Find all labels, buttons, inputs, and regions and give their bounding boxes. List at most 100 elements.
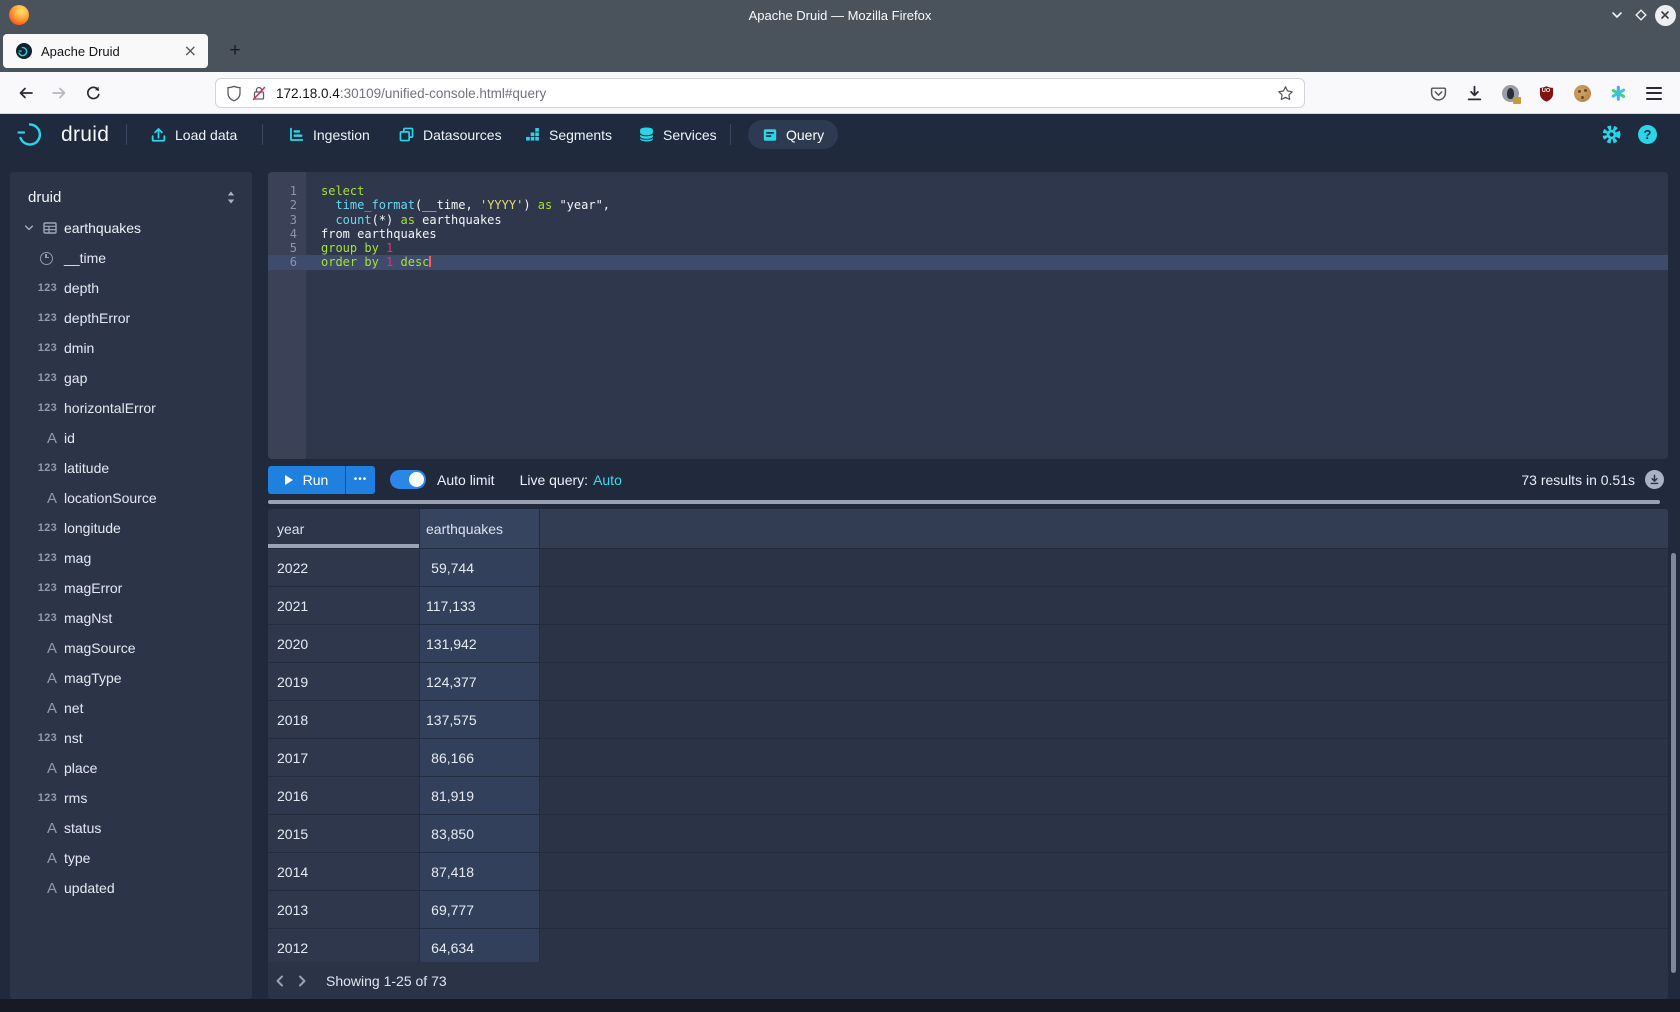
forward-button[interactable] xyxy=(46,80,72,106)
settings-gear-button[interactable] xyxy=(1602,125,1621,144)
tree-item-earthquakes[interactable]: earthquakes xyxy=(10,213,252,243)
cell-earthquakes[interactable]: 124,377 xyxy=(420,663,540,701)
tracking-shield-icon[interactable] xyxy=(226,85,242,102)
cell-earthquakes[interactable]: 86,166 xyxy=(420,739,540,777)
table-row[interactable]: 2020131,942 xyxy=(268,625,1668,663)
window-minimize-button[interactable] xyxy=(1606,4,1628,26)
url-bar[interactable]: 172.18.0.4:30109/unified-console.html#qu… xyxy=(215,78,1305,108)
cell-earthquakes[interactable]: 69,777 xyxy=(420,891,540,929)
table-row[interactable]: 201369,777 xyxy=(268,891,1668,929)
sidebar-column-depth[interactable]: depth xyxy=(10,273,252,303)
table-row[interactable]: 201487,418 xyxy=(268,853,1668,891)
sidebar-column-updated[interactable]: updated xyxy=(10,873,252,903)
sidebar-column-dmin[interactable]: dmin xyxy=(10,333,252,363)
cell-year[interactable]: 2016 xyxy=(268,777,420,815)
new-tab-button[interactable]: + xyxy=(222,38,248,64)
run-button[interactable]: Run xyxy=(268,466,345,494)
table-row[interactable]: 201264,634 xyxy=(268,929,1668,962)
cell-year[interactable]: 2012 xyxy=(268,929,420,962)
cell-earthquakes[interactable]: 117,133 xyxy=(420,587,540,625)
table-row[interactable]: 202259,744 xyxy=(268,549,1668,587)
cell-earthquakes[interactable]: 81,919 xyxy=(420,777,540,815)
sidebar-column-longitude[interactable]: longitude xyxy=(10,513,252,543)
code-line-active[interactable]: 6 order by 1 desc xyxy=(268,255,1668,269)
editor-results-splitter[interactable] xyxy=(268,500,1660,504)
table-row[interactable]: 2019124,377 xyxy=(268,663,1668,701)
tab-close-button[interactable]: × xyxy=(182,43,199,59)
download-results-button[interactable] xyxy=(1645,470,1664,489)
vertical-scrollbar[interactable] xyxy=(1671,553,1676,973)
cell-earthquakes[interactable]: 83,850 xyxy=(420,815,540,853)
cell-year[interactable]: 2020 xyxy=(268,625,420,663)
cell-earthquakes[interactable]: 87,418 xyxy=(420,853,540,891)
window-close-button[interactable] xyxy=(1654,4,1676,26)
pagination-next-button[interactable] xyxy=(292,969,312,993)
cell-year[interactable]: 2014 xyxy=(268,853,420,891)
sidebar-column-nst[interactable]: nst xyxy=(10,723,252,753)
column-header-earthquakes[interactable]: earthquakes xyxy=(420,509,540,549)
reload-button[interactable] xyxy=(80,80,106,106)
table-row[interactable]: 201786,166 xyxy=(268,739,1668,777)
downloads-icon[interactable] xyxy=(1464,83,1484,103)
browser-tab[interactable]: Apache Druid × xyxy=(3,34,208,68)
table-row[interactable]: 2018137,575 xyxy=(268,701,1668,739)
nav-item-datasources[interactable]: Datasources xyxy=(398,114,502,155)
cell-year[interactable]: 2015 xyxy=(268,815,420,853)
code-line[interactable]: 4 from earthquakes xyxy=(268,227,1668,241)
extension-privacy-icon[interactable] xyxy=(1500,83,1520,103)
sidebar-column-horizontalError[interactable]: horizontalError xyxy=(10,393,252,423)
sidebar-column-id[interactable]: id xyxy=(10,423,252,453)
sidebar-column-depthError[interactable]: depthError xyxy=(10,303,252,333)
sidebar-column-magError[interactable]: magError xyxy=(10,573,252,603)
table-row[interactable]: 201583,850 xyxy=(268,815,1668,853)
pagination-prev-button[interactable] xyxy=(270,969,290,993)
cell-earthquakes[interactable]: 59,744 xyxy=(420,549,540,587)
live-query-value[interactable]: Auto xyxy=(593,472,622,488)
nav-item-segments[interactable]: Segments xyxy=(524,114,612,155)
nav-item-services[interactable]: Services xyxy=(638,114,717,155)
sidebar-column-magNst[interactable]: magNst xyxy=(10,603,252,633)
sidebar-column-rms[interactable]: rms xyxy=(10,783,252,813)
cell-earthquakes[interactable]: 131,942 xyxy=(420,625,540,663)
cell-earthquakes[interactable]: 137,575 xyxy=(420,701,540,739)
chevron-down-icon[interactable] xyxy=(22,222,36,234)
table-row[interactable]: 2021117,133 xyxy=(268,587,1668,625)
sidebar-column-locationSource[interactable]: locationSource xyxy=(10,483,252,513)
run-more-button[interactable]: ••• xyxy=(345,466,375,494)
code-line[interactable]: 5 group by 1 xyxy=(268,241,1668,255)
code-line[interactable]: 3 count(*) as earthquakes xyxy=(268,213,1668,227)
code-line[interactable]: 2 time_format(__time, 'YYYY') as "year", xyxy=(268,198,1668,212)
cell-year[interactable]: 2021 xyxy=(268,587,420,625)
nav-item-ingestion[interactable]: Ingestion xyxy=(288,114,370,155)
table-row[interactable]: 201681,919 xyxy=(268,777,1668,815)
sidebar-column-magSource[interactable]: magSource xyxy=(10,633,252,663)
sidebar-column-status[interactable]: status xyxy=(10,813,252,843)
bookmark-star-icon[interactable] xyxy=(1277,85,1294,102)
column-header-year[interactable]: year xyxy=(268,509,420,549)
window-maximize-button[interactable] xyxy=(1630,4,1652,26)
sidebar-column-place[interactable]: place xyxy=(10,753,252,783)
sidebar-column-gap[interactable]: gap xyxy=(10,363,252,393)
code-line[interactable]: 1 select xyxy=(268,184,1668,198)
sidebar-column-type[interactable]: type xyxy=(10,843,252,873)
cell-earthquakes[interactable]: 64,634 xyxy=(420,929,540,962)
asterisk-extension-icon[interactable] xyxy=(1608,83,1628,103)
back-button[interactable] xyxy=(12,80,38,106)
pocket-icon[interactable] xyxy=(1428,83,1448,103)
druid-brand[interactable]: druid xyxy=(16,114,109,155)
sidebar-column-mag[interactable]: mag xyxy=(10,543,252,573)
cell-year[interactable]: 2022 xyxy=(268,549,420,587)
sidebar-column-net[interactable]: net xyxy=(10,693,252,723)
sql-editor[interactable]: 1 select 2 time_format(__time, 'YYYY') a… xyxy=(268,172,1668,459)
nav-item-load-data[interactable]: Load data xyxy=(150,114,237,155)
cell-year[interactable]: 2019 xyxy=(268,663,420,701)
sidebar-column-__time[interactable]: __time xyxy=(10,243,252,273)
cell-year[interactable]: 2013 xyxy=(268,891,420,929)
menu-button[interactable] xyxy=(1644,83,1664,103)
ublock-origin-icon[interactable]: UO xyxy=(1536,83,1556,103)
double-caret-sort-icon[interactable] xyxy=(224,190,238,205)
nav-item-query[interactable]: Query xyxy=(748,120,838,149)
cookie-extension-icon[interactable] xyxy=(1572,83,1592,103)
sidebar-column-latitude[interactable]: latitude xyxy=(10,453,252,483)
help-button[interactable]: ? xyxy=(1638,125,1657,144)
